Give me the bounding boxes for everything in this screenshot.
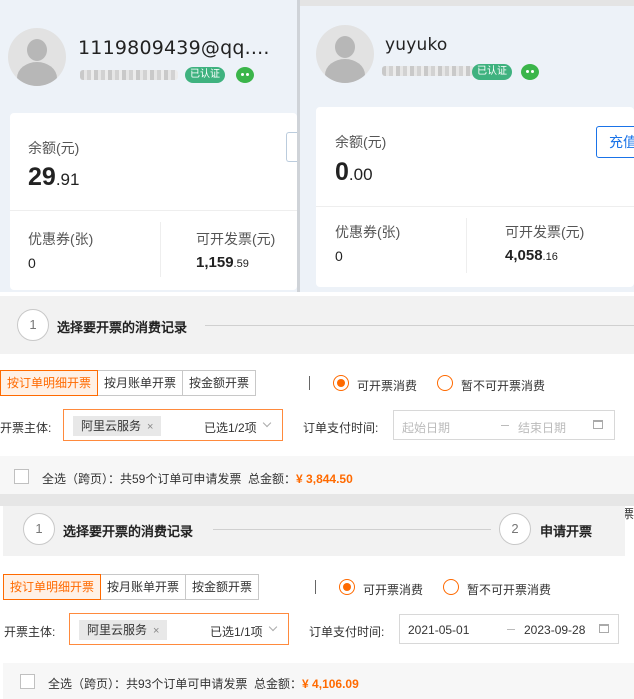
radio-invoiceable-label: 可开票消费 [363,583,424,597]
calendar-icon [593,420,603,429]
account-username: yuyuko [385,35,448,55]
entity-label: 开票主体: [4,625,56,639]
step-1-marker: 1 [23,513,55,545]
balance-value: 29.91 [28,163,80,191]
total-amount: ¥ 3,844.50 [296,472,353,486]
select-all-checkbox[interactable] [14,469,29,484]
divider [309,376,310,390]
entity-tag: 阿里云服务 × [79,620,168,640]
calendar-icon [599,624,609,633]
summary-text: 全选（跨页）：共59个订单可申请发票 总金额：¥ 3,844.50 [42,472,353,486]
coupon-label: 优惠券(张) [28,231,94,247]
total-amount: ¥ 4,106.09 [302,677,359,691]
account-username: 1119809439@qq.... [78,37,270,59]
tab-monthly-bill[interactable]: 按月账单开票 [97,370,184,396]
invoiceable-value: 1,159.59 [196,254,249,271]
date-end: 2023-09-28 [524,623,586,637]
panel-gap [0,494,634,506]
wechat-icon[interactable] [236,67,254,83]
tab-monthly-bill[interactable]: 按月账单开票 [100,574,187,600]
divider [10,210,297,211]
balance-value: 0.00 [335,158,373,186]
radio-invoiceable-label: 可开票消费 [357,379,418,393]
avatar[interactable] [8,28,66,86]
tab-order-detail[interactable]: 按订单明细开票 [0,370,99,396]
date-separator [501,425,509,426]
radio-not-invoiceable-label: 暂不可开票消费 [461,379,546,393]
step-1-marker: 1 [17,309,49,341]
masked-account-info [382,66,474,76]
radio-not-invoiceable[interactable] [437,375,453,391]
coupon-label: 优惠券(张) [335,224,401,240]
balance-label: 余额(元) [28,140,80,156]
coupon-value: 0 [28,255,36,271]
divider [160,222,161,277]
invoice-mode-tabs: 按订单明细开票 按月账单开票 按金额开票 [0,370,257,396]
step-connector [213,529,491,530]
radio-invoiceable[interactable] [339,579,355,595]
radio-not-invoiceable[interactable] [443,579,459,595]
summary-text: 全选（跨页）：共93个订单可申请发票 总金额：¥ 4,106.09 [48,677,359,691]
date-end: 结束日期 [518,421,567,435]
step-2-title: 申请开票 [540,524,593,539]
pay-time-label: 订单支付时间: [309,625,385,639]
tag-close-icon[interactable]: × [153,625,159,637]
entity-count: 已选1/2项 [204,421,257,435]
avatar[interactable] [316,25,374,83]
masked-account-info [80,70,178,80]
divider [316,206,634,207]
step-1-title: 选择要开票的消费记录 [63,524,194,539]
coupon-value: 0 [335,248,343,264]
tab-by-amount[interactable]: 按金额开票 [185,574,260,600]
verified-badge: 已认证 [185,67,225,83]
invoiceable-label: 可开发票(元) [505,224,585,240]
divider [315,580,316,594]
balance-label: 余额(元) [335,134,387,150]
radio-not-invoiceable-label: 暂不可开票消费 [467,583,552,597]
tag-close-icon[interactable]: × [147,421,153,433]
step-1-title: 选择要开票的消费记录 [57,320,188,335]
select-all-checkbox[interactable] [20,674,35,689]
divider [466,218,467,273]
wechat-icon[interactable] [521,64,539,80]
radio-invoiceable[interactable] [333,375,349,391]
date-separator [507,629,515,630]
entity-tag: 阿里云服务 × [73,416,162,436]
date-start: 起始日期 [402,421,451,435]
verified-badge: 已认证 [472,64,512,80]
recharge-button[interactable]: 充值 [596,126,634,158]
entity-count: 已选1/1项 [210,625,263,639]
invoice-mode-tabs: 按订单明细开票 按月账单开票 按金额开票 [3,574,260,600]
entity-label: 开票主体: [0,421,52,435]
step-2-marker: 2 [499,513,531,545]
step-connector [205,325,634,326]
tab-order-detail[interactable]: 按订单明细开票 [3,574,102,600]
recharge-button[interactable] [286,132,297,162]
pay-time-label: 订单支付时间: [303,421,379,435]
tab-by-amount[interactable]: 按金额开票 [182,370,257,396]
invoiceable-value: 4,058.16 [505,247,558,264]
invoiceable-label: 可开发票(元) [196,231,276,247]
date-start: 2021-05-01 [408,623,470,637]
